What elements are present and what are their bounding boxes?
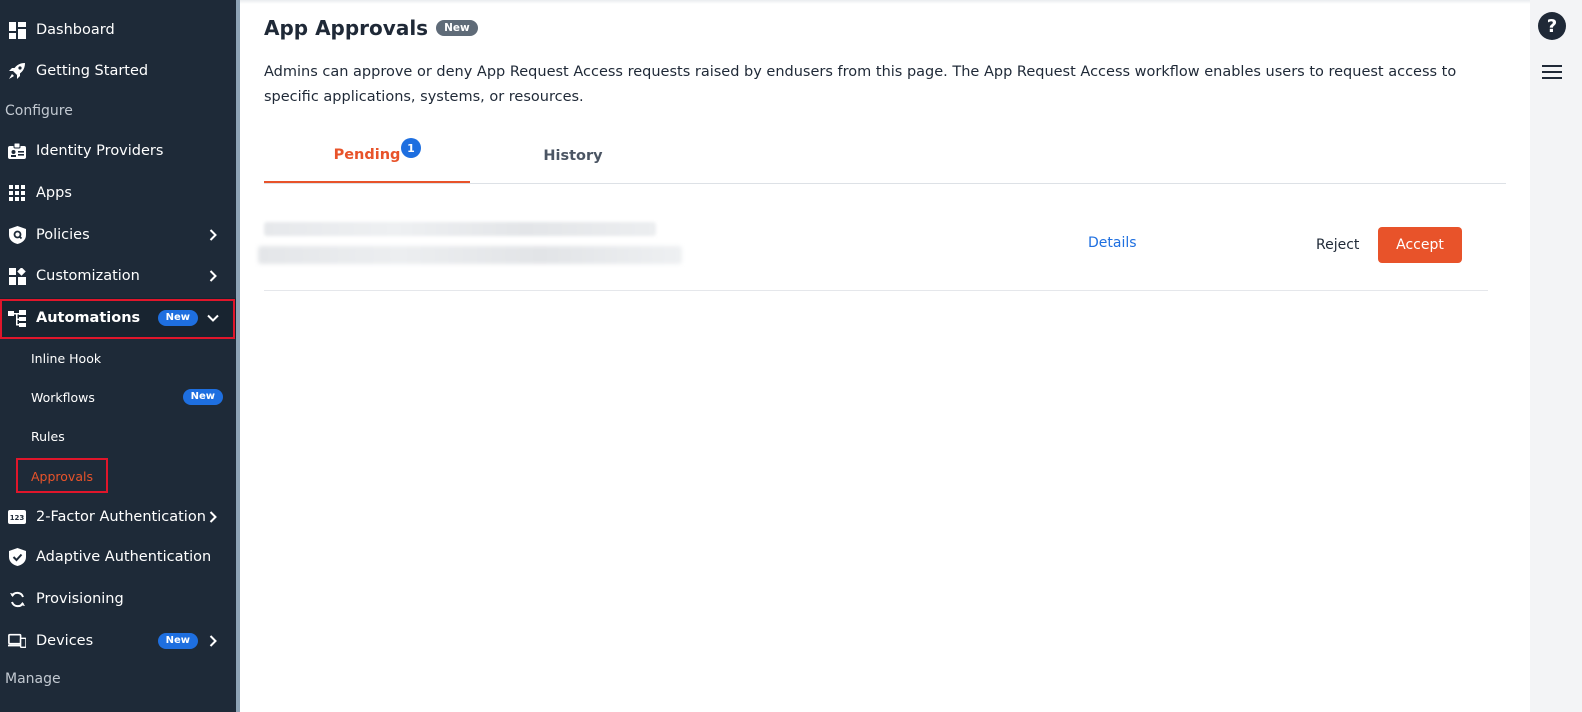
new-badge: New	[182, 389, 223, 405]
sidebar-item-label: Adaptive Authentication	[36, 549, 212, 565]
approval-tabs: Pending 1 History	[264, 128, 1506, 184]
chevron-right-icon	[206, 510, 220, 524]
shield-check-icon	[8, 548, 26, 566]
redacted-request-subtitle	[258, 246, 682, 264]
sidebar-item-policies[interactable]: Policies	[0, 215, 236, 255]
sidebar: Dashboard Getting Started Configure Iden…	[0, 0, 236, 712]
sidebar-subitem-label: Workflows	[31, 389, 95, 405]
chevron-right-icon	[206, 269, 220, 283]
sidebar-item-label: Apps	[36, 185, 72, 201]
sidebar-item-automations[interactable]: Automations New	[0, 298, 236, 338]
sidebar-item-label: 2-Factor Authentication	[36, 509, 206, 525]
request-row: Details Reject Accept	[258, 214, 1488, 291]
sidebar-item-label: Provisioning	[36, 591, 124, 607]
sidebar-item-2fa[interactable]: 123 2-Factor Authentication	[0, 497, 236, 537]
tab-history[interactable]: History	[470, 128, 676, 183]
main-content: App Approvals New Admins can approve or …	[240, 0, 1530, 712]
sidebar-item-provisioning[interactable]: Provisioning	[0, 579, 236, 619]
svg-text:123: 123	[10, 514, 25, 522]
sidebar-subitem-label: Approvals	[31, 468, 93, 484]
sync-icon	[8, 590, 26, 608]
customize-icon	[8, 267, 26, 285]
sidebar-item-label: Devices	[36, 633, 94, 649]
pending-count-badge: 1	[401, 138, 421, 158]
sidebar-subitem-approvals[interactable]: Approvals	[0, 457, 236, 495]
sidebar-subitem-label: Rules	[31, 428, 65, 444]
page-description: Admins can approve or deny App Request A…	[264, 64, 1457, 105]
hamburger-menu-icon[interactable]	[1540, 63, 1564, 81]
sidebar-item-label: Customization	[36, 268, 140, 284]
shield-icon	[8, 226, 26, 244]
rocket-icon	[8, 62, 26, 80]
sidebar-item-apps[interactable]: Apps	[0, 173, 236, 213]
sidebar-item-label: Automations	[36, 310, 141, 326]
new-badge: New	[157, 633, 198, 649]
section-header-manage: Manage	[5, 671, 61, 687]
page-title: App Approvals	[264, 16, 429, 40]
reject-button[interactable]: Reject	[1310, 227, 1365, 263]
sidebar-item-adaptive-authentication[interactable]: Adaptive Authentication	[0, 537, 236, 577]
top-shadow	[240, 0, 1530, 4]
devices-icon	[8, 632, 26, 650]
right-rail: ?	[1530, 0, 1582, 712]
accept-button[interactable]: Accept	[1378, 227, 1462, 263]
section-header-configure: Configure	[5, 103, 73, 119]
sidebar-item-label: Identity Providers	[36, 143, 164, 159]
tab-pending[interactable]: Pending 1	[264, 128, 470, 183]
sidebar-item-getting-started[interactable]: Getting Started	[0, 51, 236, 91]
sidebar-item-customization[interactable]: Customization	[0, 256, 236, 296]
sidebar-item-identity-providers[interactable]: Identity Providers	[0, 131, 236, 171]
details-link[interactable]: Details	[1088, 235, 1137, 251]
help-icon[interactable]: ?	[1538, 12, 1566, 40]
tab-label: Pending	[333, 146, 401, 163]
sidebar-item-label: Getting Started	[36, 63, 149, 79]
sidebar-subitem-workflows[interactable]: Workflows New	[0, 378, 236, 416]
chevron-down-icon	[206, 311, 220, 325]
chevron-right-icon	[206, 634, 220, 648]
sidebar-item-devices[interactable]: Devices New	[0, 621, 236, 661]
automation-icon	[8, 309, 26, 327]
two-factor-icon: 123	[8, 508, 26, 526]
sidebar-subitem-inline-hook[interactable]: Inline Hook	[0, 339, 236, 377]
redacted-request-title	[264, 222, 656, 236]
sidebar-item-label: Dashboard	[36, 22, 115, 38]
page-title-row: App Approvals New	[264, 16, 478, 40]
sidebar-subitem-label: Inline Hook	[31, 350, 102, 366]
dashboard-icon	[8, 21, 26, 39]
new-badge: New	[436, 20, 478, 36]
sidebar-subitem-rules[interactable]: Rules	[0, 417, 236, 455]
grid-icon	[8, 184, 26, 202]
tab-label: History	[543, 147, 603, 164]
sidebar-item-dashboard[interactable]: Dashboard	[0, 10, 236, 50]
chevron-right-icon	[206, 228, 220, 242]
new-badge: New	[157, 310, 198, 326]
sidebar-item-label: Policies	[36, 227, 90, 243]
id-badge-icon	[8, 142, 26, 160]
